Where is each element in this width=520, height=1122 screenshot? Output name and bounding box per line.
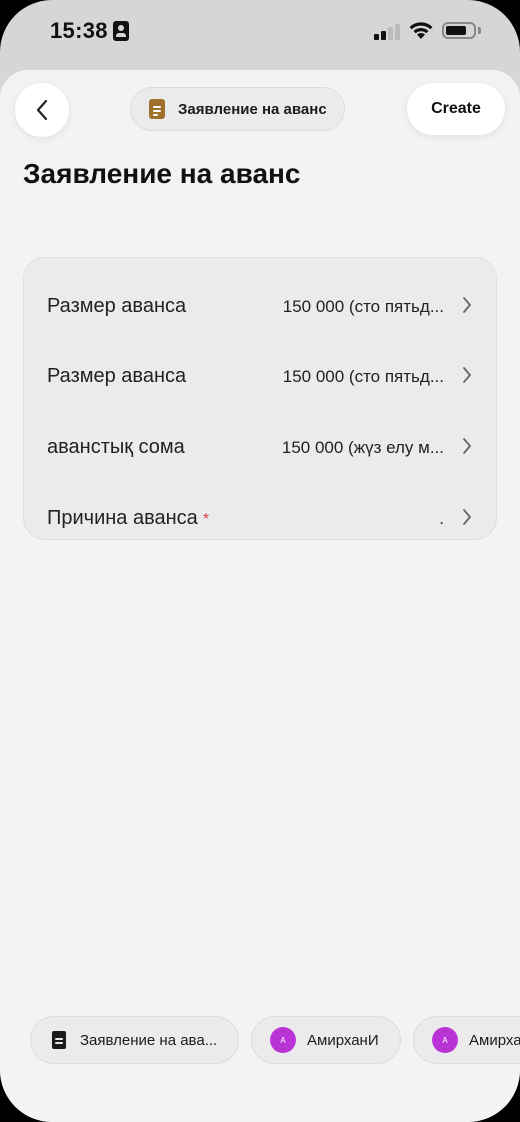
- document-icon: [149, 99, 165, 119]
- form-row-label: Размер аванса: [47, 365, 187, 387]
- chevron-left-icon: [36, 99, 48, 121]
- status-time: 15:38: [50, 18, 108, 43]
- avatar: А: [270, 1027, 296, 1053]
- required-mark: *: [202, 511, 210, 528]
- back-button[interactable]: [15, 83, 69, 137]
- bottom-chip-label: Заявление на ава...: [80, 1031, 218, 1049]
- bottom-chip-user-2[interactable]: А Амирха: [413, 1016, 520, 1064]
- bottom-chip-document[interactable]: Заявление на ава...: [30, 1016, 239, 1064]
- chevron-right-icon: [463, 297, 471, 313]
- form-row-advance-amount-kz[interactable]: аванстық сома 150 000 (жүз елу м...: [24, 414, 496, 474]
- chevron-right-icon: [463, 509, 471, 525]
- create-button[interactable]: Create: [407, 83, 505, 135]
- document-title-chip[interactable]: Заявление на аванс: [130, 87, 345, 131]
- form-card: Размер аванса 150 000 (сто пятьд... Разм…: [23, 257, 497, 540]
- form-row-label: аванстық сома: [47, 436, 185, 458]
- document-title-chip-label: Заявление на аванс: [178, 100, 327, 118]
- page-title: Заявление на аванс: [23, 158, 301, 189]
- form-row-label-text: Причина аванса: [47, 507, 198, 529]
- form-row-label: Причина аванса *: [47, 507, 209, 530]
- battery-icon: [442, 22, 476, 39]
- chevron-right-icon: [463, 438, 471, 454]
- chevron-right-icon: [463, 367, 471, 383]
- form-row-label: Размер аванса: [47, 295, 187, 317]
- form-row-advance-amount[interactable]: Размер аванса 150 000 (сто пятьд...: [24, 273, 496, 333]
- status-bar: 15:38: [0, 0, 520, 66]
- form-row-value: 150 000 (сто пятьд...: [282, 297, 444, 316]
- modal-sheet: [0, 70, 520, 1122]
- form-row-advance-amount-2[interactable]: Размер аванса 150 000 (сто пятьд...: [24, 343, 496, 403]
- cellular-signal-icon: [374, 22, 402, 40]
- form-row-value: .: [439, 509, 444, 528]
- avatar: А: [432, 1027, 458, 1053]
- battery-tip: [478, 27, 481, 34]
- form-row-value: 150 000 (жүз елу м...: [281, 438, 444, 457]
- form-row-advance-reason[interactable]: Причина аванса * .: [24, 485, 496, 545]
- bottom-chip-user[interactable]: А АмирханИ: [251, 1016, 401, 1064]
- form-row-value: 150 000 (сто пятьд...: [282, 367, 444, 386]
- id-card-icon: [113, 21, 129, 41]
- wifi-icon: [409, 22, 433, 39]
- document-icon: [52, 1031, 66, 1049]
- bottom-chip-label: АмирханИ: [307, 1031, 379, 1049]
- bottom-chip-label: Амирха: [469, 1031, 520, 1049]
- phone-screen: 15:38 Заявление на аванс Create Заявлени…: [0, 0, 520, 1122]
